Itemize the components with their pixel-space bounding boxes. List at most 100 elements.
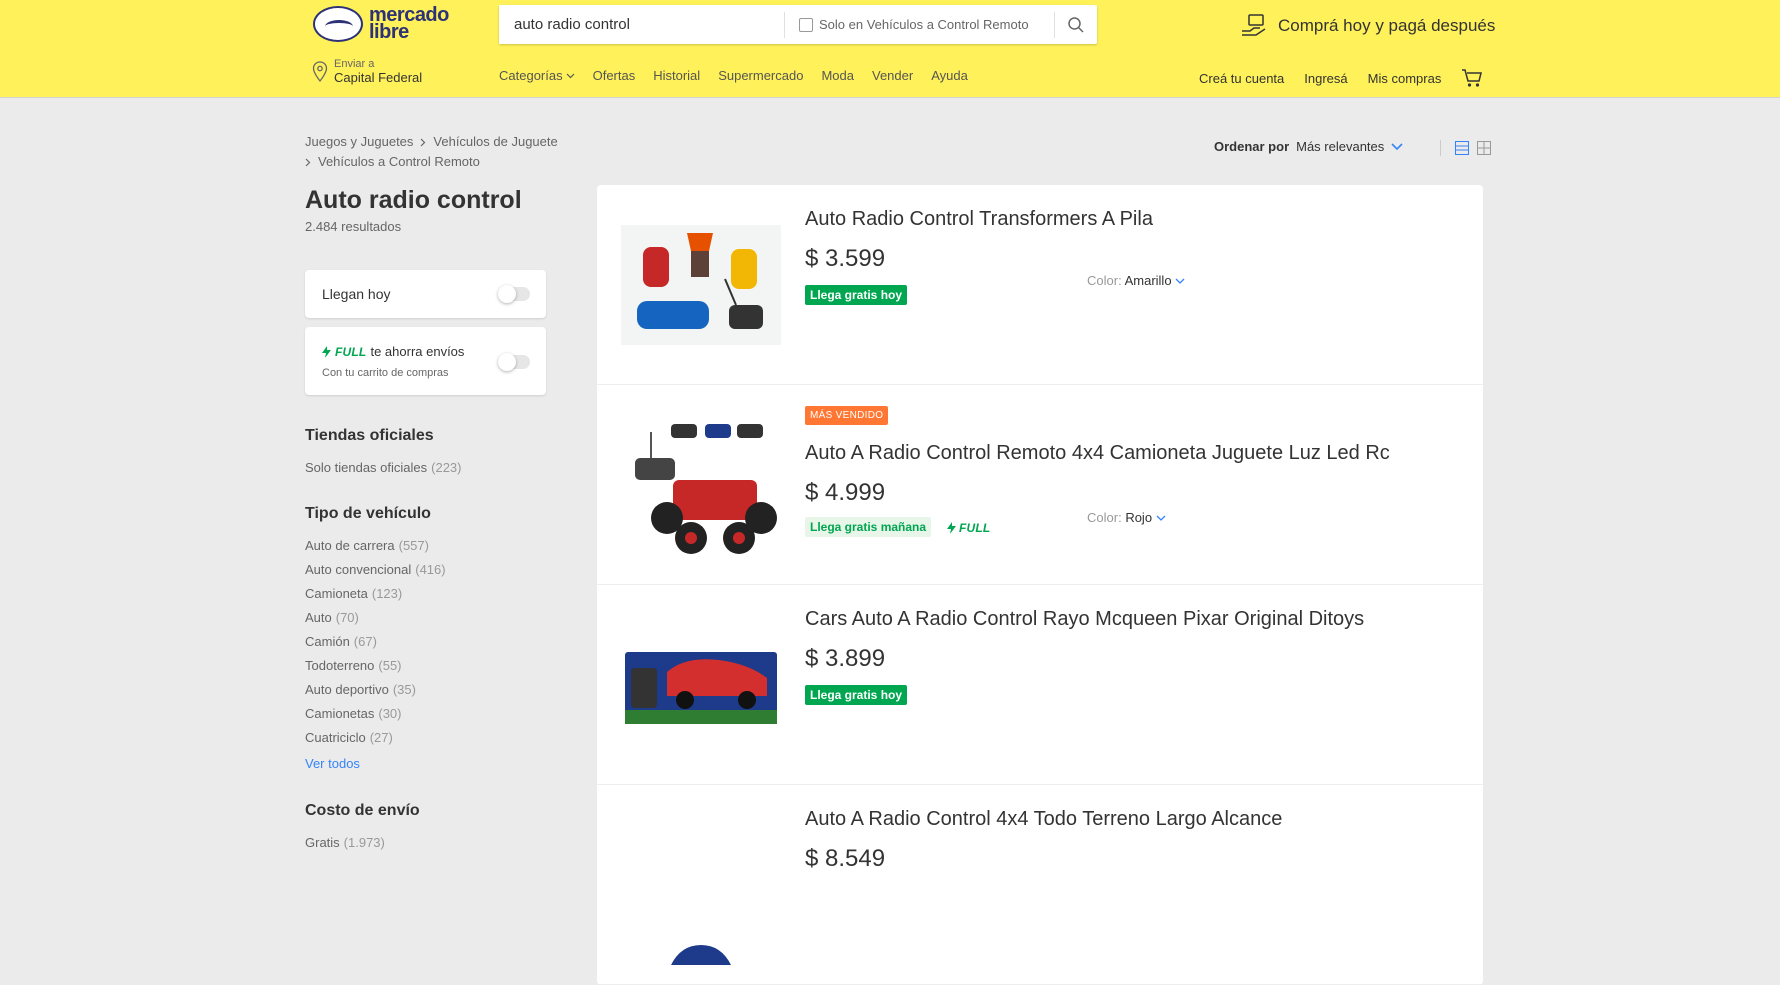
filter-option[interactable]: Gratis (1.973)	[305, 831, 420, 855]
location-label: Enviar a	[334, 58, 375, 70]
lightning-icon	[322, 345, 331, 358]
filter-tiendas-oficiales: Tiendas oficiales Solo tiendas oficiales…	[305, 427, 462, 480]
filter-llegan-hoy[interactable]: Llegan hoy	[305, 270, 546, 318]
nav-moda[interactable]: Moda	[821, 68, 854, 83]
product-image[interactable]	[621, 405, 781, 565]
best-seller-badge: MÁS VENDIDO	[805, 406, 889, 425]
product-title[interactable]: Auto Radio Control Transformers A Pila	[805, 208, 1153, 231]
results-count: 2.484 resultados	[305, 219, 402, 234]
shipping-badge: Llega gratis hoy	[805, 285, 908, 305]
filter-full[interactable]: FULL te ahorra envíos Con tu carrito de …	[305, 327, 546, 395]
shipping-badge: Llega gratis hoy	[805, 685, 908, 705]
ver-todos-link[interactable]: Ver todos	[305, 752, 446, 776]
product-price: $ 8.549	[805, 845, 886, 872]
product-price: $ 3.599	[805, 245, 886, 272]
full-badge: FULL	[947, 521, 990, 535]
page-title: Auto radio control	[305, 186, 522, 214]
tipo-title: Tipo de vehículo	[305, 505, 431, 522]
list-item[interactable]: MÁS VENDIDO Auto A Radio Control Remoto …	[597, 385, 1483, 585]
product-image-offroad	[671, 945, 731, 965]
search-icon	[1068, 16, 1084, 33]
results-list: Auto Radio Control Transformers A Pila $…	[597, 185, 1483, 985]
product-title[interactable]: Auto A Radio Control Remoto 4x4 Camionet…	[805, 442, 1390, 465]
payment-hand-icon	[1242, 14, 1266, 36]
breadcrumb-control-remoto[interactable]: Vehículos a Control Remoto	[318, 152, 480, 172]
envio-title: Costo de envío	[305, 802, 420, 819]
product-image[interactable]	[621, 605, 781, 765]
breadcrumb-vehiculos[interactable]: Vehículos de Juguete	[433, 132, 557, 152]
breadcrumb-juegos[interactable]: Juegos y Juguetes	[305, 132, 413, 152]
nav-vender[interactable]: Vender	[872, 68, 913, 83]
mercadolibre-logo[interactable]: mercado libre	[313, 5, 449, 42]
category-filter-checkbox[interactable]: Solo en Vehículos a Control Remoto	[785, 17, 1054, 32]
search-input[interactable]	[499, 5, 784, 44]
my-purchases-link[interactable]: Mis compras	[1368, 71, 1442, 86]
filter-option[interactable]: Cuatriciclo (27)	[305, 726, 446, 750]
create-account-link[interactable]: Creá tu cuenta	[1199, 71, 1284, 86]
filter-llegan-hoy-label: Llegan hoy	[322, 286, 391, 302]
chevron-right-icon	[420, 138, 426, 146]
header: mercado libre Solo en Vehículos a Contro…	[0, 0, 1780, 97]
search-bar: Solo en Vehículos a Control Remoto	[499, 5, 1097, 44]
product-image[interactable]	[621, 805, 781, 965]
lightning-icon	[947, 522, 956, 534]
product-image-mcqueen	[625, 652, 777, 724]
filter-option[interactable]: Camionetas (30)	[305, 702, 446, 726]
promo-banner[interactable]: Comprá hoy y pagá después	[1240, 13, 1495, 39]
shipping-badge: Llega gratis mañana	[805, 517, 932, 537]
promo-text: Comprá hoy y pagá después	[1278, 16, 1496, 35]
color-selector[interactable]: Color: Amarillo	[1087, 273, 1185, 288]
color-selector[interactable]: Color: Rojo	[1087, 510, 1166, 525]
tiendas-title: Tiendas oficiales	[305, 427, 434, 444]
full-label: te ahorra envíos	[370, 344, 465, 359]
grid-view-icon[interactable]	[1477, 141, 1491, 155]
filter-costo-envio: Costo de envío Gratis (1.973)	[305, 802, 420, 855]
checkbox-box[interactable]	[799, 17, 813, 32]
filter-option[interactable]: Auto convencional (416)	[305, 558, 446, 582]
product-image[interactable]	[621, 205, 781, 365]
nav-supermercado[interactable]: Supermercado	[718, 68, 803, 83]
list-item[interactable]: Cars Auto A Radio Control Rayo Mcqueen P…	[597, 585, 1483, 785]
product-price: $ 3.899	[805, 645, 886, 672]
chevron-down-icon	[566, 73, 575, 78]
list-view-icon[interactable]	[1455, 141, 1469, 155]
full-sublabel: Con tu carrito de compras	[322, 367, 449, 379]
location-pin-icon	[312, 60, 328, 82]
chevron-down-icon	[1391, 142, 1403, 150]
nav-ayuda[interactable]: Ayuda	[931, 68, 968, 83]
main-nav: Categorías Ofertas Historial Supermercad…	[499, 68, 968, 83]
list-item[interactable]: Auto A Radio Control 4x4 Todo Terreno La…	[597, 785, 1483, 985]
product-image-rc-truck	[621, 410, 781, 560]
product-title[interactable]: Auto A Radio Control 4x4 Todo Terreno La…	[805, 808, 1282, 831]
list-item[interactable]: Auto Radio Control Transformers A Pila $…	[597, 185, 1483, 385]
nav-historial[interactable]: Historial	[653, 68, 700, 83]
product-price: $ 4.999	[805, 479, 886, 506]
nav-categorias[interactable]: Categorías	[499, 68, 575, 83]
filter-option[interactable]: Camión (67)	[305, 630, 446, 654]
chevron-down-icon	[1175, 278, 1185, 284]
filter-tipo-vehiculo: Tipo de vehículo Auto de carrera (557) Au…	[305, 505, 446, 776]
login-link[interactable]: Ingresá	[1304, 71, 1347, 86]
filter-option[interactable]: Auto de carrera (557)	[305, 534, 446, 558]
search-button[interactable]	[1055, 5, 1097, 44]
user-nav: Creá tu cuenta Ingresá Mis compras	[1199, 68, 1483, 88]
chevron-right-icon	[305, 158, 311, 166]
filter-option[interactable]: Auto deportivo (35)	[305, 678, 446, 702]
view-toggle	[1440, 140, 1491, 156]
cart-icon[interactable]	[1461, 68, 1483, 88]
handshake-logo-icon	[313, 6, 363, 42]
full-tag: FULL	[335, 344, 367, 359]
filter-option[interactable]: Todoterreno (55)	[305, 654, 446, 678]
full-toggle[interactable]	[498, 353, 530, 371]
sort-label: Ordenar por	[1214, 139, 1290, 154]
filter-option[interactable]: Auto (70)	[305, 606, 446, 630]
chevron-down-icon	[1156, 515, 1166, 521]
llegan-hoy-toggle[interactable]	[498, 285, 530, 303]
location-selector[interactable]: Enviar a Capital Federal	[312, 58, 422, 85]
sort-selector[interactable]: Ordenar por Más relevantes	[1214, 139, 1403, 154]
product-title[interactable]: Cars Auto A Radio Control Rayo Mcqueen P…	[805, 608, 1364, 631]
filter-option[interactable]: Solo tiendas oficiales (223)	[305, 456, 462, 480]
nav-ofertas[interactable]: Ofertas	[593, 68, 636, 83]
category-filter-label: Solo en Vehículos a Control Remoto	[819, 17, 1029, 32]
filter-option[interactable]: Camioneta (123)	[305, 582, 446, 606]
